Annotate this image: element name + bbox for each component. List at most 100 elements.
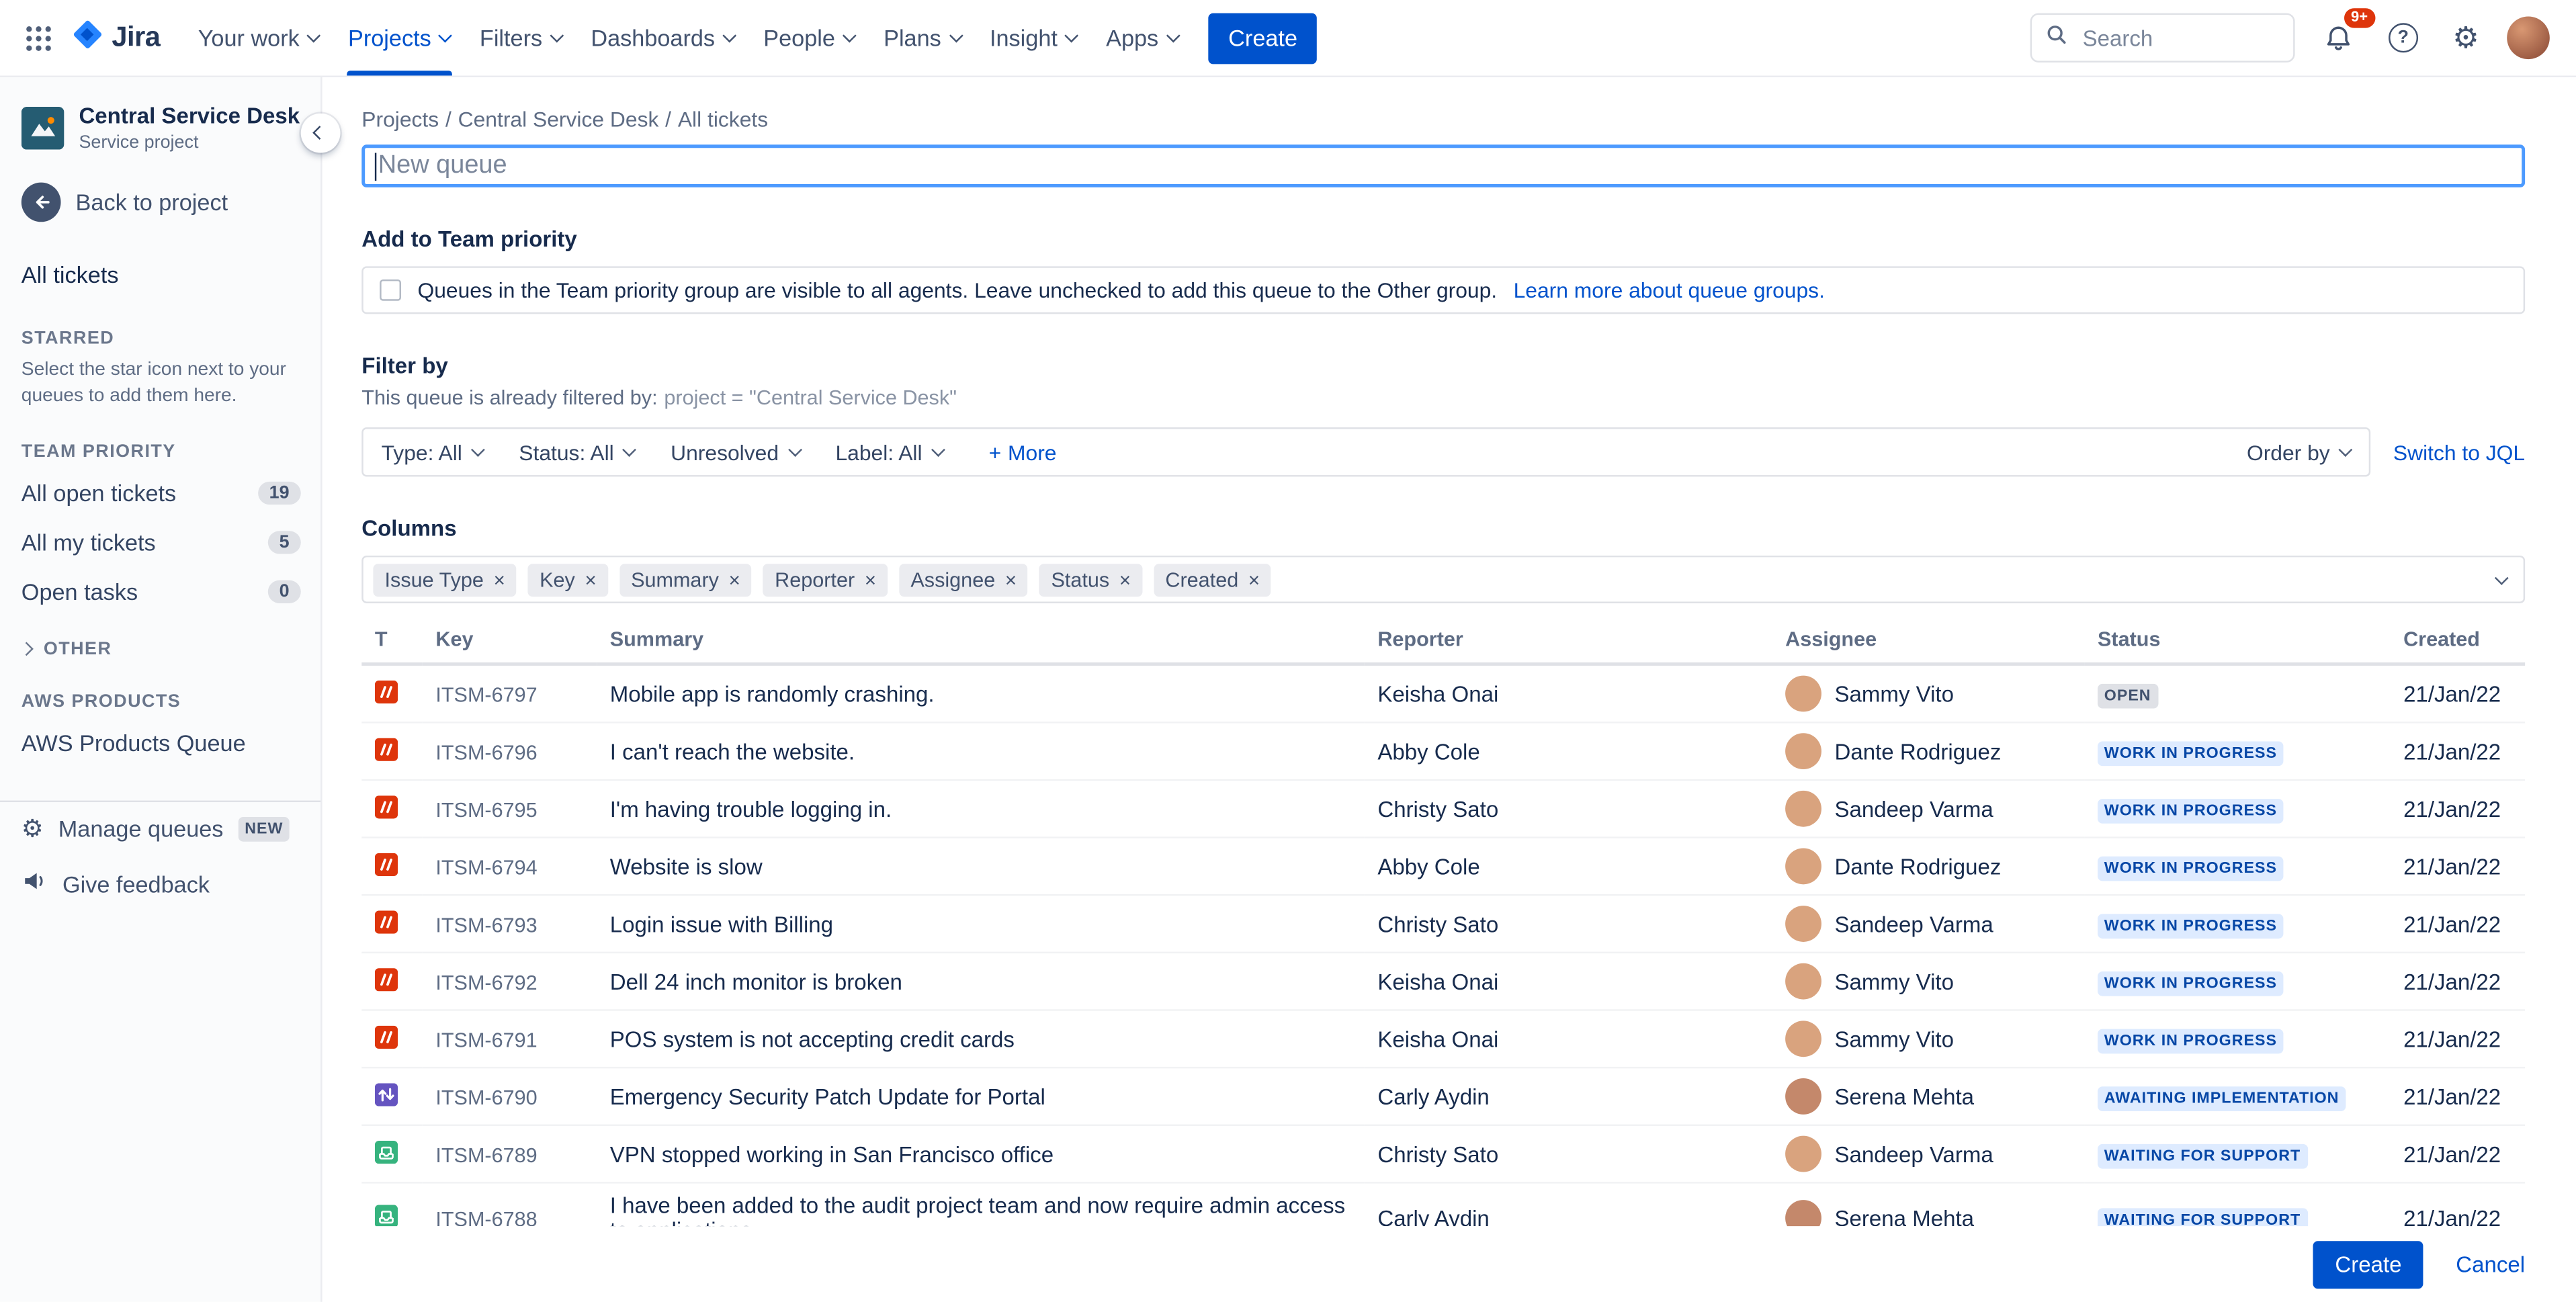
assignee-avatar [1785, 675, 1821, 712]
table-row[interactable]: ITSM-6794 Website is slow Abby Cole Dante R… [361, 837, 2526, 896]
sidebar-item-all-open-tickets[interactable]: All open tickets 19 [0, 469, 320, 518]
sidebar-item-all-tickets[interactable]: All tickets [0, 253, 320, 296]
remove-icon[interactable]: × [585, 570, 597, 589]
sidebar-item-all-my-tickets[interactable]: All my tickets 5 [0, 518, 320, 567]
issue-summary: POS system is not accepting credit cards [609, 1026, 1015, 1051]
filter-resolution-dropdown[interactable]: Unresolved [671, 439, 802, 464]
search-box[interactable] [2030, 13, 2295, 62]
status-badge: WORK IN PROGRESS [2097, 741, 2284, 765]
chevron-down-icon [949, 29, 962, 42]
column-chip-assignee[interactable]: Assignee × [899, 562, 1029, 596]
issue-key-link[interactable]: ITSM-6791 [435, 1028, 537, 1051]
remove-icon[interactable]: × [729, 570, 740, 589]
status-badge: WORK IN PROGRESS [2097, 856, 2284, 881]
issue-key-link[interactable]: ITSM-6796 [435, 740, 537, 763]
chevron-down-icon [2339, 443, 2353, 456]
team-priority-section-title: TEAM PRIORITY [21, 442, 176, 463]
issue-key-link[interactable]: ITSM-6792 [435, 971, 537, 994]
table-row[interactable]: ITSM-6791 POS system is not accepting cre… [361, 1010, 2526, 1069]
app-switcher-icon[interactable] [16, 15, 60, 60]
issue-summary: I have been added to the audit project t… [609, 1193, 1346, 1226]
sidebar-item-aws-products-queue[interactable]: AWS Products Queue [0, 719, 320, 768]
table-row[interactable]: ITSM-6796 I can't reach the website. Abby … [361, 722, 2526, 781]
nav-filters[interactable]: Filters [465, 0, 576, 76]
remove-icon[interactable]: × [1248, 570, 1260, 589]
table-row[interactable]: ITSM-6795 I'm having trouble logging in. C… [361, 779, 2526, 838]
give-feedback-button[interactable]: Give feedback [0, 855, 320, 913]
sidebar-collapse-button[interactable] [300, 113, 341, 153]
chevron-down-icon [624, 443, 637, 456]
back-to-project[interactable]: Back to project [21, 183, 301, 222]
manage-queues-button[interactable]: ⚙ Manage queues NEW [0, 803, 320, 855]
column-chip-status[interactable]: Status × [1039, 562, 1143, 596]
issue-key-link[interactable]: ITSM-6793 [435, 913, 537, 936]
table-row[interactable]: ITSM-6790 Emergency Security Patch Update… [361, 1068, 2526, 1126]
create-queue-button[interactable]: Create [2313, 1240, 2423, 1288]
breadcrumb-all-tickets[interactable]: All tickets [678, 107, 768, 132]
jira-logo[interactable]: Jira [71, 17, 161, 58]
column-chip-key[interactable]: Key × [528, 562, 608, 596]
remove-icon[interactable]: × [865, 570, 876, 589]
filter-status-dropdown[interactable]: Status: All [519, 439, 637, 464]
issue-key-link[interactable]: ITSM-6788 [435, 1207, 537, 1226]
nav-projects[interactable]: Projects [333, 0, 465, 76]
table-row[interactable]: ITSM-6789 VPN stopped working in San Fran… [361, 1125, 2526, 1184]
more-filters-button[interactable]: + More [979, 438, 1066, 466]
issue-key-link[interactable]: ITSM-6795 [435, 798, 537, 821]
queue-name-input[interactable]: New queue [361, 144, 2526, 187]
chevron-down-icon[interactable] [2494, 571, 2507, 584]
nav-plans[interactable]: Plans [869, 0, 975, 76]
form-footer: Create Cancel [322, 1226, 2576, 1302]
cancel-button[interactable]: Cancel [2456, 1252, 2525, 1276]
remove-icon[interactable]: × [1119, 570, 1131, 589]
remove-icon[interactable]: × [1005, 570, 1017, 589]
filter-type-dropdown[interactable]: Type: All [382, 439, 485, 464]
table-row[interactable]: ITSM-6792 Dell 24 inch monitor is broken K… [361, 952, 2526, 1011]
issue-key-link[interactable]: ITSM-6789 [435, 1143, 537, 1166]
breadcrumb-projects[interactable]: Projects [361, 107, 439, 132]
status-badge: WORK IN PROGRESS [2097, 971, 2284, 996]
col-header-created: Created [2390, 623, 2526, 666]
column-chip-issue-type[interactable]: Issue Type × [373, 562, 517, 596]
nav-dashboards[interactable]: Dashboards [576, 0, 748, 76]
order-by-dropdown[interactable]: Order by [2247, 439, 2353, 464]
table-row[interactable]: ITSM-6797 Mobile app is randomly crashing… [361, 664, 2526, 724]
back-arrow-icon [21, 183, 61, 222]
team-priority-heading: Add to Team priority [361, 226, 577, 252]
sidebar-section-other[interactable]: OTHER [19, 640, 301, 660]
help-icon[interactable] [2382, 16, 2425, 59]
breadcrumb-central-service-desk[interactable]: Central Service Desk [458, 107, 659, 132]
table-row[interactable]: ITSM-6788 I have been added to the audit … [361, 1182, 2526, 1227]
filter-label-dropdown[interactable]: Label: All [835, 439, 945, 464]
search-input[interactable] [2079, 24, 2280, 52]
nav-insight[interactable]: Insight [975, 0, 1091, 76]
table-row[interactable]: ITSM-6793 Login issue with Billing Christy… [361, 895, 2526, 954]
switch-to-jql-link[interactable]: Switch to JQL [2393, 439, 2525, 464]
issue-key-link[interactable]: ITSM-6790 [435, 1086, 537, 1109]
col-header-assignee: Assignee [1772, 623, 2085, 666]
created-date: 21/Jan/22 [2390, 952, 2526, 1011]
nav-your-work[interactable]: Your work [183, 0, 333, 76]
notifications-bell-icon[interactable]: 9+ [2316, 7, 2376, 60]
column-chip-summary[interactable]: Summary × [619, 562, 752, 596]
column-chip-created[interactable]: Created × [1154, 562, 1272, 596]
create-button-nav[interactable]: Create [1208, 12, 1318, 64]
settings-gear-icon[interactable]: ⚙ [2446, 16, 2485, 59]
issue-key-link[interactable]: ITSM-6794 [435, 856, 537, 879]
issue-key-link[interactable]: ITSM-6797 [435, 683, 537, 706]
created-date: 21/Jan/22 [2390, 664, 2526, 724]
chevron-down-icon [472, 443, 485, 456]
sidebar-item-open-tasks[interactable]: Open tasks 0 [0, 568, 320, 617]
notification-count-badge: 9+ [2344, 7, 2376, 28]
nav-people[interactable]: People [748, 0, 869, 76]
user-avatar[interactable] [2507, 16, 2550, 60]
columns-multiselect[interactable]: Issue Type × Key × Summary × Reporter × Assi… [361, 555, 2526, 603]
top-nav: Jira Your work Projects Filters Dashboar… [0, 0, 2576, 77]
team-priority-checkbox[interactable] [380, 279, 401, 301]
nav-apps[interactable]: Apps [1091, 0, 1192, 76]
status-badge: WAITING FOR SUPPORT [2097, 1143, 2307, 1168]
column-chip-reporter[interactable]: Reporter × [763, 562, 888, 596]
col-header-reporter: Reporter [1364, 623, 1772, 666]
remove-icon[interactable]: × [494, 570, 505, 589]
queue-groups-link[interactable]: Learn more about queue groups. [1514, 277, 1825, 302]
